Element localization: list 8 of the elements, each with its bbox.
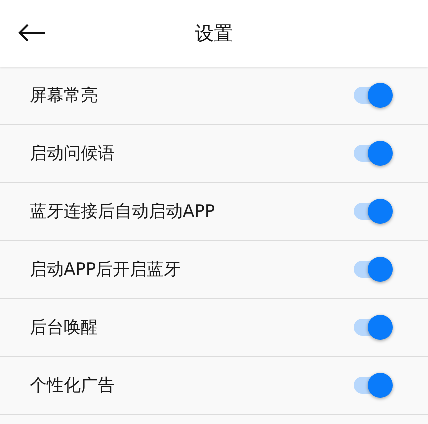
setting-label: 启动APP后开启蓝牙 (30, 259, 182, 281)
page-title: 设置 (195, 22, 233, 46)
setting-label: 屏幕常亮 (30, 85, 98, 107)
back-arrow-icon (18, 24, 46, 42)
setting-label: 后台唤醒 (30, 317, 98, 339)
setting-label: 蓝牙连接后自动启动APP (30, 201, 216, 223)
setting-label: 个性化广告 (30, 375, 115, 397)
setting-label: 启动问候语 (30, 143, 115, 165)
